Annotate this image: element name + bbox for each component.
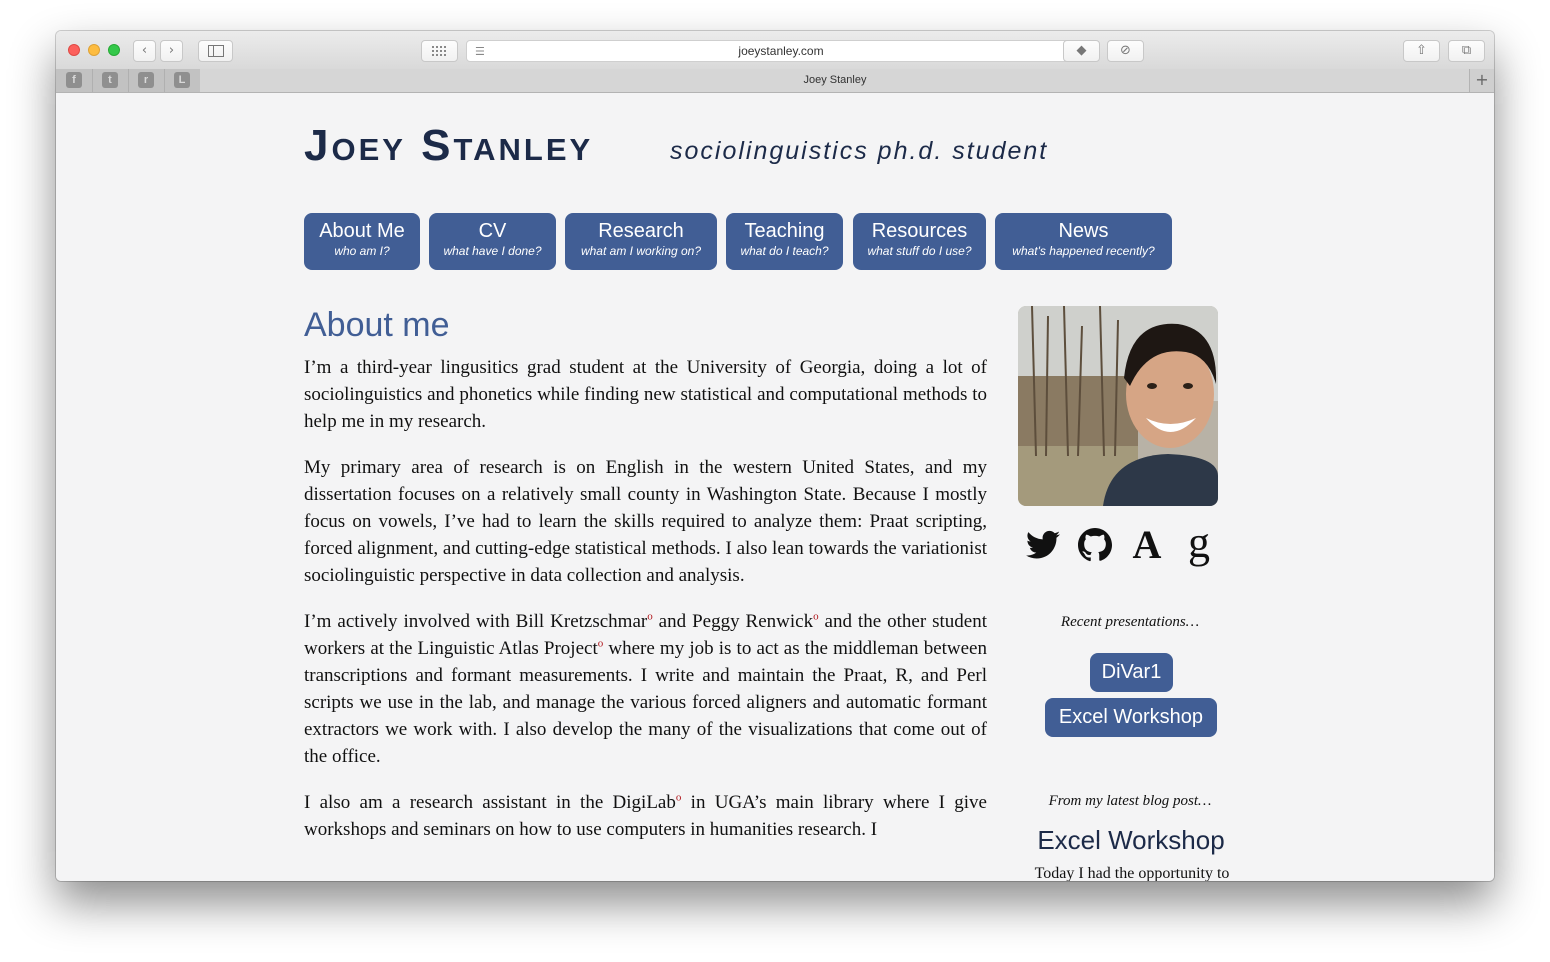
favorites-divider xyxy=(128,69,129,92)
nav-sublabel: who am I? xyxy=(334,244,390,258)
about-article: I’m a third-year lingusitics grad studen… xyxy=(304,354,987,862)
sidebar-toggle-button[interactable] xyxy=(198,40,233,62)
browser-window: ‹ › ☰ joeystanley.com ↻ ◆ ⊘ ⇧ ⧉ f t r xyxy=(56,31,1494,881)
nav-sublabel: what do I teach? xyxy=(740,244,829,258)
address-bar[interactable]: ☰ joeystanley.com ↻ xyxy=(466,40,1096,62)
nav-label: Resources xyxy=(871,220,968,242)
new-tab-button[interactable]: + xyxy=(1469,69,1494,92)
latest-blog-label: From my latest blog post… xyxy=(1048,793,1212,809)
tabs-icon: ⧉ xyxy=(1461,43,1472,58)
browser-toolbar: ‹ › ☰ joeystanley.com ↻ ◆ ⊘ ⇧ ⧉ xyxy=(56,31,1494,70)
favorites-bar: f t r L xyxy=(56,69,200,92)
close-window-button[interactable] xyxy=(68,44,80,56)
chevron-left-icon: ‹ xyxy=(141,43,148,58)
about-paragraph-1: I’m a third-year lingusitics grad studen… xyxy=(304,357,987,432)
site-title[interactable]: Joey Stanley xyxy=(304,121,593,171)
page-content: Joey Stanley sociolinguistics ph.d. stud… xyxy=(56,93,1494,881)
nav-sublabel: what have I done? xyxy=(443,244,542,258)
github-icon[interactable] xyxy=(1075,523,1115,567)
favorites-divider xyxy=(164,69,165,92)
profile-photo-image xyxy=(1018,306,1218,506)
about-paragraph-4: I also am a research assistant in the Di… xyxy=(304,789,987,843)
url-text: joeystanley.com xyxy=(738,44,824,58)
latest-blog-excerpt: Today I had the opportunity to xyxy=(1034,865,1230,881)
grid-icon xyxy=(431,46,446,56)
reddit-icon[interactable]: r xyxy=(138,72,154,88)
tab-joey-stanley[interactable]: Joey Stanley xyxy=(200,69,1470,92)
nav-sublabel: what's happened recently? xyxy=(1012,244,1155,258)
favorites-divider xyxy=(92,69,93,92)
share-icon: ⇧ xyxy=(1416,43,1427,58)
nav-research[interactable]: Research what am I working on? xyxy=(565,213,717,270)
latest-blog-title[interactable]: Excel Workshop xyxy=(1018,825,1244,856)
nav-resources[interactable]: Resources what stuff do I use? xyxy=(853,213,986,270)
nav-about-me[interactable]: About Me who am I? xyxy=(304,213,420,270)
presentation-divar1-button[interactable]: DiVar1 xyxy=(1090,653,1173,692)
block-icon: ⊘ xyxy=(1120,43,1131,58)
about-paragraph-2: My primary area of research is on Englis… xyxy=(304,457,987,586)
zoom-window-button[interactable] xyxy=(108,44,120,56)
extension-icon: ◆ xyxy=(1076,43,1087,58)
renwick-link[interactable]: and Peggy Renwick xyxy=(653,611,813,632)
sidebar-icon xyxy=(207,45,224,57)
plus-icon: + xyxy=(1475,70,1489,89)
twitter-icon[interactable] xyxy=(1023,523,1063,567)
nav-teaching[interactable]: Teaching what do I teach? xyxy=(726,213,843,270)
top-sites-button[interactable] xyxy=(421,40,458,62)
facebook-icon[interactable]: f xyxy=(66,72,82,88)
nav-news[interactable]: News what's happened recently? xyxy=(995,213,1172,270)
twitter-icon[interactable]: t xyxy=(102,72,118,88)
about-heading: About me xyxy=(304,306,450,344)
social-links: A g xyxy=(1018,521,1226,567)
digilab-link[interactable]: I also am a research assistant in the Di… xyxy=(304,792,676,813)
nav-label: Research xyxy=(598,220,684,242)
nav-sublabel: what am I working on? xyxy=(580,244,702,258)
share-button[interactable]: ⇧ xyxy=(1403,40,1440,62)
extension-button[interactable]: ◆ xyxy=(1063,40,1100,62)
tab-bar: f t r L Joey Stanley + xyxy=(56,69,1494,93)
back-button[interactable]: ‹ xyxy=(133,40,156,62)
minimize-window-button[interactable] xyxy=(88,44,100,56)
block-button[interactable]: ⊘ xyxy=(1107,40,1144,62)
presentation-excel-workshop-button[interactable]: Excel Workshop xyxy=(1045,698,1217,737)
tabs-overview-button[interactable]: ⧉ xyxy=(1448,40,1485,62)
profile-photo xyxy=(1018,306,1218,506)
nav-label: Teaching xyxy=(744,220,825,242)
nav-label: CV xyxy=(478,220,507,242)
site-tagline: sociolinguistics ph.d. student xyxy=(670,137,1049,165)
kretzschmar-link[interactable]: I’m actively involved with Bill Kretzsch… xyxy=(304,611,647,632)
recent-presentations-label: Recent presentations… xyxy=(1060,614,1200,630)
chevron-right-icon: › xyxy=(168,43,175,58)
academia-icon[interactable]: A xyxy=(1127,523,1167,567)
l-bookmark-icon[interactable]: L xyxy=(174,72,190,88)
nav-sublabel: what stuff do I use? xyxy=(867,244,972,258)
about-paragraph-3: I’m actively involved with Bill Kretzsch… xyxy=(304,608,987,770)
nav-label: News xyxy=(1058,220,1109,242)
nav-cv[interactable]: CV what have I done? xyxy=(429,213,556,270)
google-scholar-icon[interactable]: g xyxy=(1179,521,1219,567)
nav-label: About Me xyxy=(319,220,405,242)
forward-button[interactable]: › xyxy=(160,40,183,62)
